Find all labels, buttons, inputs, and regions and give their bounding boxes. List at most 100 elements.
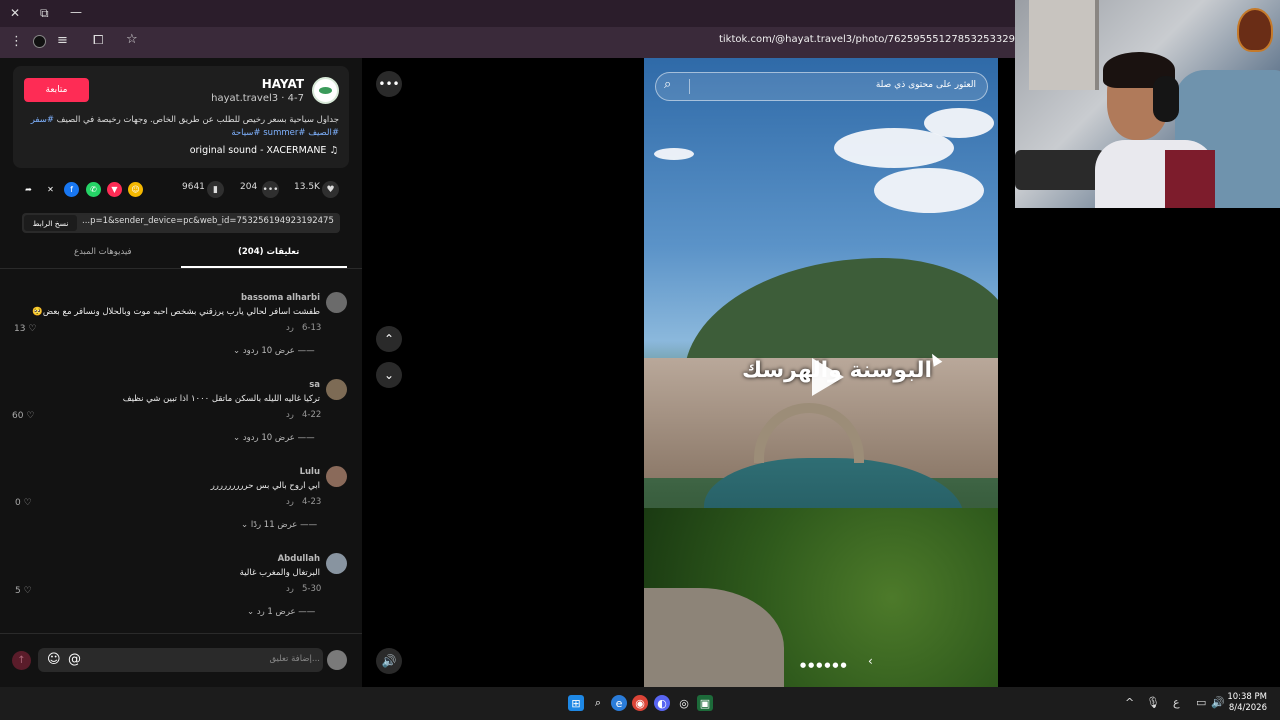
close-icon[interactable]: ✕ xyxy=(10,6,20,20)
search-icon[interactable]: ⌕ xyxy=(664,77,671,92)
view-replies[interactable]: ⌄ عرض 1 رد —— xyxy=(247,607,315,617)
hashtag[interactable]: #summer xyxy=(263,128,305,138)
comment-avatar[interactable] xyxy=(326,292,347,313)
next-video-chevron-down-icon[interactable]: ⌄ xyxy=(376,362,402,388)
comment-like[interactable]: 60 ♡ xyxy=(12,411,34,421)
coin-share-icon[interactable]: ☺ xyxy=(128,182,143,197)
comment-author[interactable]: sa xyxy=(309,380,320,390)
play-icon[interactable] xyxy=(812,358,844,396)
view-replies[interactable]: ⌄ عرض 10 ردود —— xyxy=(233,433,315,443)
comment-date: 5-30 xyxy=(302,584,322,594)
sound-link[interactable]: original sound - XACERMANE ♫ xyxy=(190,145,338,156)
creator-handle[interactable]: hayat.travel3 · 4-7 xyxy=(211,93,304,104)
comment-date: 4-23 xyxy=(302,497,322,507)
search-icon[interactable]: ⌕ xyxy=(590,695,606,711)
share-arrow-icon[interactable]: ➦ xyxy=(21,182,36,197)
lion-logo-icon xyxy=(1237,8,1273,52)
heart-outline-icon: ♡ xyxy=(23,498,32,508)
comment-like[interactable]: 13 ♡ xyxy=(14,324,36,334)
date: 8/4/2026 xyxy=(1228,703,1267,713)
minimize-icon[interactable]: — xyxy=(70,5,82,19)
hashtag[interactable]: #الصيف xyxy=(308,128,339,138)
cam-background-window xyxy=(1029,0,1099,90)
obs-icon[interactable]: ◎ xyxy=(676,695,692,711)
link-text[interactable]: ...p=1&sender_device=pc&web_id=753256194… xyxy=(82,216,334,226)
comment-avatar[interactable] xyxy=(326,466,347,487)
bookmark-icon[interactable]: ▮ xyxy=(207,181,224,198)
likes-count: 13.5K xyxy=(294,182,320,192)
facebook-icon[interactable]: f xyxy=(64,182,79,197)
comment-like-count: 0 xyxy=(15,498,21,508)
reply-link[interactable]: رد xyxy=(286,410,294,420)
microphone-icon[interactable]: 🎙 xyxy=(1146,696,1160,709)
reply-link[interactable]: رد xyxy=(286,584,294,594)
hashtag[interactable]: #سفر xyxy=(31,115,54,125)
comment-author[interactable]: bassoma alharbi xyxy=(241,293,320,303)
profile-icon[interactable] xyxy=(33,35,46,48)
x-icon[interactable]: ✕ xyxy=(43,182,58,197)
emoji-icon[interactable]: ☺ xyxy=(47,652,61,667)
webcam-feed xyxy=(1015,0,1280,208)
send-share-icon[interactable]: ▼ xyxy=(107,182,122,197)
hashtag[interactable]: #سياحة xyxy=(231,128,260,138)
url-bar[interactable]: tiktok.com/@hayat.travel3/photo/76259555… xyxy=(719,34,1015,45)
discord-icon[interactable]: ◐ xyxy=(654,695,670,711)
cam-microphone xyxy=(1015,150,1105,190)
send-comment-button[interactable]: ↑ xyxy=(12,651,31,670)
comment-avatar[interactable] xyxy=(326,379,347,400)
whatsapp-icon[interactable]: ✆ xyxy=(86,182,101,197)
reply-link[interactable]: رد xyxy=(286,323,294,333)
related-search-text[interactable]: العثور على محتوى ذي صلة xyxy=(876,80,976,90)
network-icon[interactable]: ▭ xyxy=(1196,696,1206,709)
playlist-icon[interactable]: ≡ xyxy=(57,33,68,48)
volume-icon[interactable]: 🔊 xyxy=(1211,696,1225,709)
restore-icon[interactable]: ⧉ xyxy=(40,6,49,21)
comment-like[interactable]: 5 ♡ xyxy=(15,586,32,596)
cam-headphones xyxy=(1153,76,1179,122)
comment-icon[interactable]: ••• xyxy=(262,181,279,198)
more-options-icon[interactable]: ••• xyxy=(376,71,402,97)
tab-divider xyxy=(0,268,362,269)
comment-author[interactable]: Lulu xyxy=(300,467,320,477)
heart-icon[interactable]: ♥ xyxy=(322,181,339,198)
cloud xyxy=(924,108,994,138)
clock[interactable]: 10:38 PM 8/4/2026 xyxy=(1227,692,1267,714)
search-divider xyxy=(689,79,690,94)
view-replies[interactable]: ⌄ عرض 11 ردًا —— xyxy=(241,520,317,530)
windows-start-icon[interactable]: ⊞ xyxy=(568,695,584,711)
bookmark-star-icon[interactable]: ☆ xyxy=(126,32,138,47)
copy-link-button[interactable]: نسخ الرابط xyxy=(24,215,77,231)
edge-icon[interactable]: e xyxy=(611,695,627,711)
sound-name[interactable]: original sound - XACERMANE xyxy=(190,145,327,156)
prev-photo-chevron-icon[interactable]: ‹ xyxy=(868,654,873,668)
comment-author[interactable]: Abdullah xyxy=(278,554,320,564)
reply-link[interactable]: رد xyxy=(286,497,294,507)
creator-avatar[interactable] xyxy=(312,77,339,104)
app-icon[interactable]: ▣ xyxy=(697,695,713,711)
tray-chevron-up-icon[interactable]: ^ xyxy=(1125,696,1134,709)
comment-avatar[interactable] xyxy=(326,553,347,574)
tab-creator-videos[interactable]: فيديوهات المبدع xyxy=(74,247,132,257)
tab-comments[interactable]: تعليقات (204) xyxy=(238,247,299,257)
user-avatar[interactable] xyxy=(327,650,347,670)
video-player[interactable]: ⌕ العثور على محتوى ذي صلة البوسنة والهرس… xyxy=(644,58,998,687)
comments-count: 204 xyxy=(240,182,258,192)
description-text: جداول سياحية بسعر رخيص للطلب عن طريق الخ… xyxy=(53,115,339,125)
volume-icon[interactable]: 🔊 xyxy=(376,648,402,674)
cam-shirt-stripe xyxy=(1165,150,1215,208)
view-replies[interactable]: ⌄ عرض 10 ردود —— xyxy=(233,346,315,356)
menu-icon[interactable]: ⋮ xyxy=(10,34,23,49)
language-indicator[interactable]: ع xyxy=(1173,696,1180,709)
chrome-icon[interactable]: ◉ xyxy=(632,695,648,711)
extensions-icon[interactable]: ⧠ xyxy=(93,33,103,48)
previous-video-chevron-up-icon[interactable]: ⌃ xyxy=(376,326,402,352)
mention-icon[interactable]: @ xyxy=(68,652,81,667)
cloud xyxy=(874,168,984,213)
follow-button[interactable]: متابعة xyxy=(24,78,89,102)
heart-outline-icon: ♡ xyxy=(28,324,37,334)
photo-indicator-dots[interactable]: ●●●●●● xyxy=(800,661,849,669)
view-replies-label: عرض 10 ردود xyxy=(242,433,295,443)
comment-text: طفشت اسافر لحالي يارب يرزقني بشخص احبه م… xyxy=(32,307,320,317)
comment-like[interactable]: 0 ♡ xyxy=(15,498,32,508)
creator-name[interactable]: HAYAT xyxy=(262,77,304,91)
